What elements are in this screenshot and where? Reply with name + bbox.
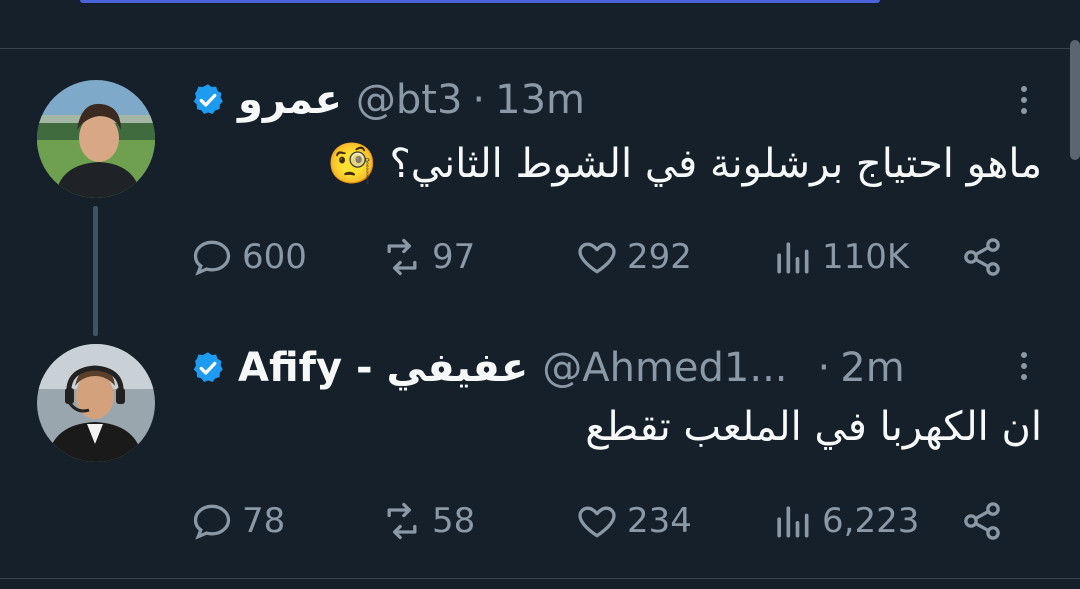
reply-button[interactable]: 78 — [190, 496, 285, 546]
top-accent-bar — [80, 0, 880, 3]
view-count: 6,223 — [822, 501, 920, 541]
scrollbar[interactable] — [1070, 40, 1080, 160]
more-options-icon[interactable] — [1018, 352, 1030, 380]
like-icon — [578, 242, 616, 274]
user-handle[interactable]: @bt3 — [356, 77, 463, 123]
views-icon — [777, 506, 809, 538]
tweet-text: ان الكهربا في الملعب تقطع — [585, 404, 1042, 450]
separator-dot: · — [472, 77, 486, 123]
reply-icon — [193, 504, 231, 540]
reply-button[interactable]: 600 — [190, 232, 307, 282]
like-button[interactable]: 234 — [575, 496, 692, 546]
like-icon — [578, 506, 616, 538]
repost-count: 58 — [432, 501, 476, 541]
timestamp[interactable]: 13m — [495, 77, 585, 123]
share-icon — [964, 238, 1000, 276]
action-bar: 600 97 292 110K — [190, 232, 1020, 282]
verified-badge-icon — [193, 352, 223, 382]
reply-icon — [193, 240, 231, 276]
like-button[interactable]: 292 — [575, 232, 692, 282]
repost-icon — [387, 502, 417, 540]
reply-count: 600 — [242, 237, 307, 277]
tweet-text: ماهو احتياج برشلونة في الشوط الثاني؟ 🧐 — [326, 141, 1042, 187]
verified-badge-icon — [193, 84, 223, 114]
divider-bottom — [0, 578, 1080, 579]
display-name[interactable]: عمرو — [238, 77, 342, 123]
tweet-header: عمرو @bt3 · 13m — [190, 75, 585, 125]
separator-dot: · — [817, 345, 831, 391]
like-count: 234 — [627, 501, 692, 541]
views-button[interactable]: 110K — [770, 232, 909, 282]
views-icon — [777, 242, 809, 274]
views-button[interactable]: 6,223 — [770, 496, 919, 546]
display-name[interactable]: Afify - عفيفي — [238, 345, 528, 391]
view-count: 110K — [822, 237, 910, 277]
avatar[interactable] — [37, 344, 155, 462]
tweet-header: Afify - عفيفي @Ahmed1... · 2m — [190, 343, 905, 393]
repost-button[interactable]: 58 — [380, 496, 475, 546]
user-handle[interactable]: @Ahmed1... — [542, 345, 787, 391]
share-button[interactable] — [960, 496, 1012, 546]
repost-button[interactable]: 97 — [380, 232, 475, 282]
repost-icon — [387, 238, 417, 276]
reply-count: 78 — [242, 501, 286, 541]
divider-top — [0, 48, 1080, 49]
like-count: 292 — [627, 237, 692, 277]
timestamp[interactable]: 2m — [840, 345, 904, 391]
share-button[interactable] — [960, 232, 1012, 282]
avatar[interactable] — [37, 80, 155, 198]
share-icon — [964, 502, 1000, 540]
repost-count: 97 — [432, 237, 476, 277]
action-bar: 78 58 234 6,223 — [190, 496, 1020, 546]
thread-connector-line — [93, 206, 98, 336]
more-options-icon[interactable] — [1018, 86, 1030, 114]
